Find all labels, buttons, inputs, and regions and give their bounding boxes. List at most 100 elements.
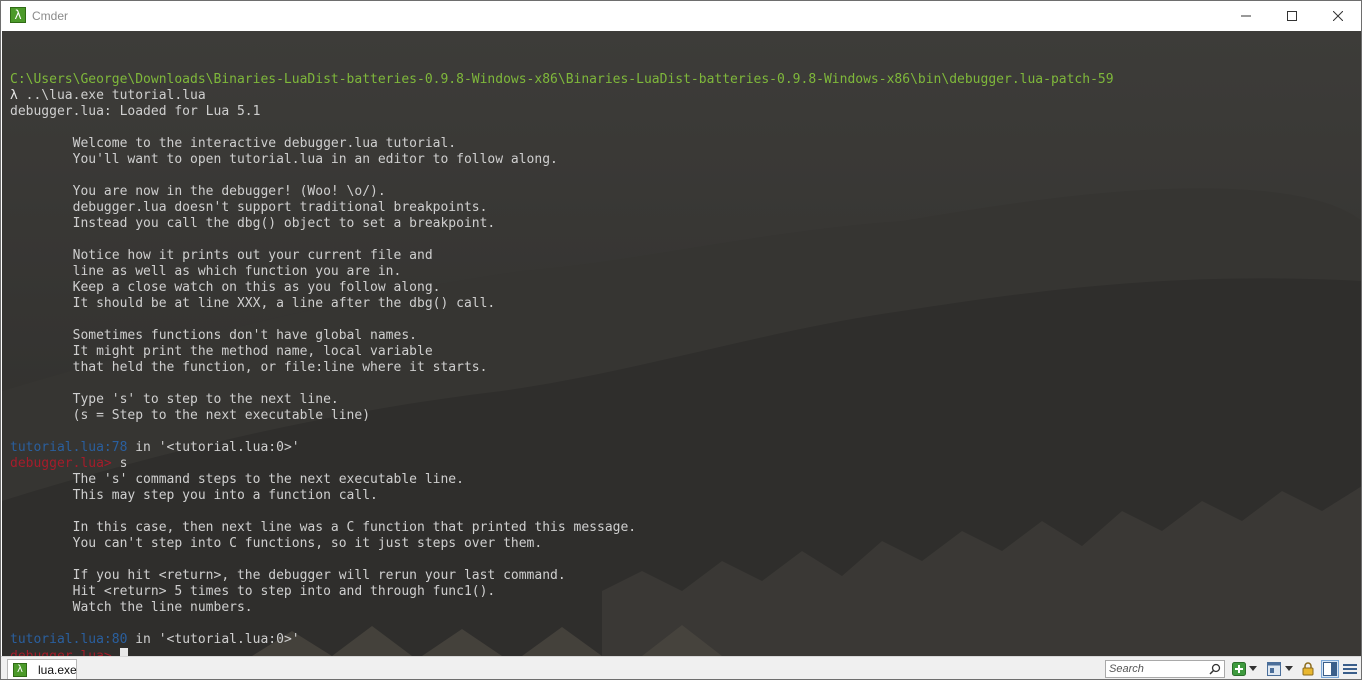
console-text: Sometimes functions don't have global na… <box>10 328 417 343</box>
search-icon[interactable] <box>1209 663 1221 675</box>
debugger-prompt: debugger.lua> <box>10 649 120 656</box>
console-line: Watch the line numbers. <box>10 600 1361 616</box>
console-line: tutorial.lua:78 in '<tutorial.lua:0>' <box>10 440 1361 456</box>
console-text: In this case, then next line was a C fun… <box>10 520 637 535</box>
console-text: debugger.lua doesn't support traditional… <box>10 200 488 215</box>
console-text: in '<tutorial.lua:0>' <box>127 440 300 455</box>
console-text: Instead you call the dbg() object to set… <box>10 216 496 231</box>
location-label: tutorial.lua:78 <box>10 440 128 455</box>
console-line: Notice how it prints out your current fi… <box>10 248 1361 264</box>
maximize-icon <box>1287 11 1297 21</box>
console-line: tutorial.lua:80 in '<tutorial.lua:0>' <box>10 632 1361 648</box>
console-line: You are now in the debugger! (Woo! \o/). <box>10 184 1361 200</box>
console-text: debugger.lua: Loaded for Lua 5.1 <box>10 104 261 119</box>
console-text: You can't step into C functions, so it j… <box>10 536 543 551</box>
console-text: line as well as which function you are i… <box>10 264 402 279</box>
window-icon <box>1267 662 1281 676</box>
console-text: Welcome to the interactive debugger.lua … <box>10 136 457 151</box>
title-bar[interactable]: λ Cmder <box>1 1 1361 31</box>
lambda-app-icon: λ <box>10 7 26 23</box>
console-line: that held the function, or file:line whe… <box>10 360 1361 376</box>
console-line: Hit <return> 5 times to step into and th… <box>10 584 1361 600</box>
console-line: Sometimes functions don't have global na… <box>10 328 1361 344</box>
console-text: ..\lua.exe tutorial.lua <box>25 88 206 103</box>
console-line: It might print the method name, local va… <box>10 344 1361 360</box>
lambda-tab-icon: λ <box>13 663 27 677</box>
console-line: Type 's' to step to the next line. <box>10 392 1361 408</box>
lock-icon <box>1302 662 1314 676</box>
layout-button[interactable] <box>1321 660 1339 678</box>
minimize-icon <box>1241 15 1251 17</box>
lock-button[interactable] <box>1299 660 1317 678</box>
status-bar: λ lua.exe <box>1 656 1361 679</box>
console-line: λ ..\lua.exe tutorial.lua <box>10 88 1361 104</box>
location-label: tutorial.lua:80 <box>10 632 128 647</box>
console-text: You are now in the debugger! (Woo! \o/). <box>10 184 386 199</box>
console-text: Watch the line numbers. <box>10 600 253 615</box>
console-line: This may step you into a function call. <box>10 488 1361 504</box>
console-text: Keep a close watch on this as you follow… <box>10 280 441 295</box>
console-line: If you hit <return>, the debugger will r… <box>10 568 1361 584</box>
maximize-button[interactable] <box>1269 1 1315 31</box>
console-tab[interactable]: λ lua.exe <box>7 659 77 679</box>
chevron-down-icon <box>1285 666 1293 671</box>
console-line: debugger.lua> <box>10 648 1361 656</box>
chevron-down-icon <box>1249 666 1257 671</box>
console-text: It might print the method name, local va… <box>10 344 433 359</box>
console-line: Welcome to the interactive debugger.lua … <box>10 136 1361 152</box>
search-input[interactable] <box>1109 662 1207 676</box>
console-line: line as well as which function you are i… <box>10 264 1361 280</box>
console-line: C:\Users\George\Downloads\Binaries-LuaDi… <box>10 72 1361 88</box>
search-box[interactable] <box>1105 660 1225 678</box>
console-area[interactable]: C:\Users\George\Downloads\Binaries-LuaDi… <box>2 31 1361 656</box>
console-text: s <box>119 456 128 471</box>
split-view-dropdown[interactable] <box>1283 660 1295 678</box>
plus-icon <box>1232 662 1246 676</box>
console-text: It should be at line XXX, a line after t… <box>10 296 496 311</box>
console-output[interactable]: C:\Users\George\Downloads\Binaries-LuaDi… <box>10 56 1361 656</box>
tab-label: lua.exe <box>38 663 77 677</box>
console-line: debugger.lua> s <box>10 456 1361 472</box>
text-cursor <box>119 648 128 656</box>
console-text: The 's' command steps to the next execut… <box>10 472 464 487</box>
close-button[interactable] <box>1315 1 1361 31</box>
console-line: debugger.lua: Loaded for Lua 5.1 <box>10 104 1361 120</box>
menu-button[interactable] <box>1341 660 1359 678</box>
console-text: Hit <return> 5 times to step into and th… <box>10 584 496 599</box>
console-text: If you hit <return>, the debugger will r… <box>10 568 566 583</box>
close-icon <box>1333 11 1343 21</box>
cmder-window: λ Cmder C:\Users\George\Downloads\Binari… <box>0 0 1362 680</box>
split-view-button[interactable] <box>1265 660 1283 678</box>
console-text: λ <box>10 88 26 103</box>
console-line: The 's' command steps to the next execut… <box>10 472 1361 488</box>
console-line: Keep a close watch on this as you follow… <box>10 280 1361 296</box>
console-line: debugger.lua doesn't support traditional… <box>10 200 1361 216</box>
window-title: Cmder <box>32 9 69 23</box>
new-console-button[interactable] <box>1230 660 1248 678</box>
console-text: This may step you into a function call. <box>10 488 378 503</box>
debugger-prompt: debugger.lua> <box>10 456 120 471</box>
console-text: Type 's' to step to the next line. <box>10 392 339 407</box>
console-text: You'll want to open tutorial.lua in an e… <box>10 152 558 167</box>
console-text: in '<tutorial.lua:0>' <box>127 632 300 647</box>
console-line: You'll want to open tutorial.lua in an e… <box>10 152 1361 168</box>
console-line: Instead you call the dbg() object to set… <box>10 216 1361 232</box>
console-line: You can't step into C functions, so it j… <box>10 536 1361 552</box>
console-text: C:\Users\George\Downloads\Binaries-LuaDi… <box>10 72 1114 87</box>
hamburger-icon <box>1343 664 1357 674</box>
console-line: In this case, then next line was a C fun… <box>10 520 1361 536</box>
new-console-dropdown[interactable] <box>1247 660 1259 678</box>
console-line: It should be at line XXX, a line after t… <box>10 296 1361 312</box>
console-text: Notice how it prints out your current fi… <box>10 248 433 263</box>
minimize-button[interactable] <box>1223 1 1269 31</box>
